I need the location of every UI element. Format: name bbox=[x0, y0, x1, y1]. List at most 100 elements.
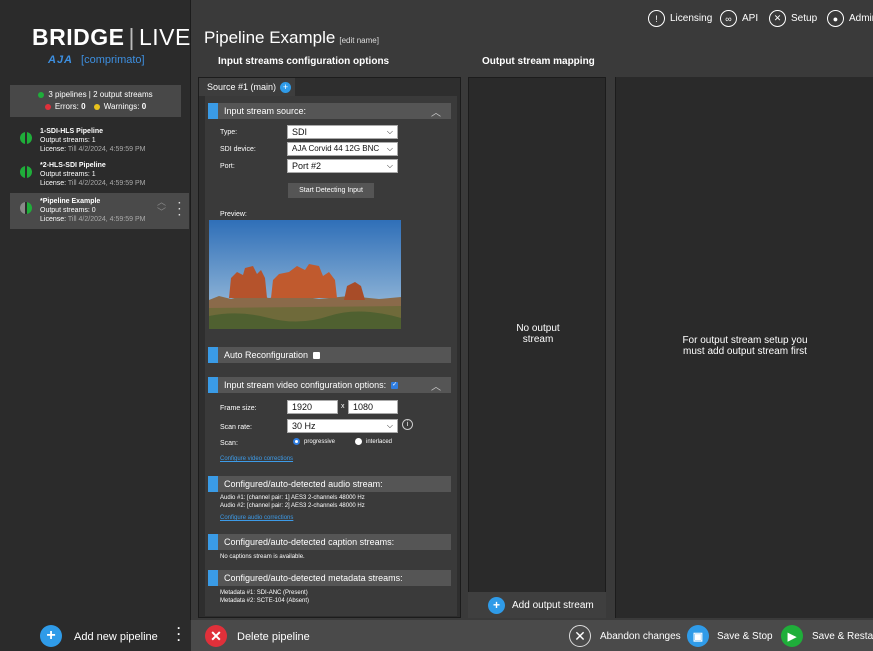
auto-reconfig-header[interactable]: Auto Reconfiguration bbox=[208, 347, 451, 363]
header: Pipeline Example [edit name] ! Licensing ∞… bbox=[192, 0, 873, 75]
chevron-up-icon[interactable]: ︿ bbox=[431, 378, 441, 393]
scan-rate-label: Scan rate: bbox=[220, 424, 252, 431]
pipeline-name: *Pipeline Example bbox=[40, 198, 101, 205]
reorder-chevrons-icon[interactable]: ︿ ﹀ bbox=[157, 197, 166, 217]
captions-header[interactable]: Configured/auto-detected caption streams… bbox=[208, 534, 451, 550]
audio-header[interactable]: Configured/auto-detected audio stream: bbox=[208, 476, 451, 492]
configure-audio-corrections-link[interactable]: Configure audio corrections bbox=[220, 515, 293, 521]
license-label: License: bbox=[40, 146, 67, 153]
power-icon bbox=[20, 132, 32, 144]
add-output-stream-button[interactable]: + Add output stream bbox=[468, 592, 606, 618]
pipeline-item-active[interactable]: *Pipeline Example Output streams: 0 Lice… bbox=[10, 193, 189, 229]
power-icon bbox=[20, 202, 32, 214]
errors-count: 0 bbox=[81, 102, 86, 111]
pipeline-title: Pipeline Example bbox=[204, 28, 336, 47]
brand-sep: | bbox=[128, 24, 135, 50]
add-new-pipeline-button[interactable]: Add new pipeline bbox=[74, 631, 158, 643]
brand-bridge: BRIDGE bbox=[32, 24, 125, 50]
chevron-down-icon: ⌵ bbox=[386, 161, 393, 170]
captions-heading: Configured/auto-detected caption streams… bbox=[224, 537, 395, 547]
video-config-heading: Input stream video configuration options… bbox=[224, 380, 387, 390]
metadata-heading: Configured/auto-detected metadata stream… bbox=[224, 573, 403, 583]
metadata-line-2: Metadata #2: SCTE-104 (Absent) bbox=[220, 598, 310, 604]
green-dot-icon bbox=[38, 91, 45, 98]
admin-menu[interactable]: ● Admin bbox=[827, 10, 873, 27]
chevron-up-icon[interactable]: ︿ bbox=[431, 104, 441, 119]
input-source-heading: Input stream source: bbox=[224, 106, 307, 116]
edit-name-link[interactable]: [edit name] bbox=[339, 36, 379, 45]
configure-video-corrections-link[interactable]: Configure video corrections bbox=[220, 456, 293, 462]
delete-icon[interactable]: ✕ bbox=[205, 625, 227, 647]
video-config-header[interactable]: Input stream video configuration options… bbox=[208, 377, 451, 393]
auto-reconfig-checkbox[interactable] bbox=[313, 351, 321, 359]
status-summary: 3 pipelines | 2 output streams Errors: 0… bbox=[10, 85, 181, 117]
sdi-device-label: SDI device: bbox=[220, 146, 256, 153]
pipeline-item[interactable]: 1-SDI-HLS Pipeline Output streams: 1 Lic… bbox=[10, 123, 189, 159]
save-stop-button[interactable]: Save & Stop bbox=[717, 631, 773, 642]
type-label: Type: bbox=[220, 129, 238, 136]
license-label: License: bbox=[40, 180, 67, 187]
pipeline-name: 1-SDI-HLS Pipeline bbox=[40, 128, 104, 135]
brand-title: BRIDGE | LIVE bbox=[32, 24, 191, 51]
api-menu[interactable]: ∞ API bbox=[720, 10, 758, 27]
frame-x-label: x bbox=[341, 403, 345, 410]
info-icon[interactable]: i bbox=[402, 419, 413, 430]
more-menu-icon[interactable]: · · · bbox=[178, 199, 181, 221]
brand-subtitle: AJA [comprimato] bbox=[48, 54, 145, 66]
output-hint-text-2: must add output stream first bbox=[683, 346, 807, 357]
save-icon[interactable]: ▣ bbox=[687, 625, 709, 647]
type-select[interactable]: SDI ⌵ bbox=[287, 125, 398, 139]
captions-text: No captions stream is available. bbox=[220, 554, 305, 560]
input-source-header[interactable]: Input stream source: ︿ bbox=[208, 103, 451, 119]
abandon-changes-button[interactable]: Abandon changes bbox=[600, 631, 681, 642]
warnings-count: 0 bbox=[141, 102, 147, 111]
abandon-icon[interactable]: ✕ bbox=[569, 625, 591, 647]
add-output-label: Add output stream bbox=[512, 599, 594, 611]
metadata-line-1: Metadata #1: SDI-ANC (Present) bbox=[220, 590, 308, 596]
input-section-title: Input streams configuration options bbox=[218, 56, 390, 67]
errors-label: Errors: bbox=[54, 102, 79, 111]
licensing-menu[interactable]: ! Licensing bbox=[648, 10, 712, 27]
sdi-device-select[interactable]: AJA Corvid 44 12G BNC ⌵ bbox=[287, 142, 398, 156]
save-restart-button[interactable]: Save & Restart bbox=[812, 631, 873, 642]
license-value: Till 4/2/2024, 4:59:59 PM bbox=[67, 216, 146, 223]
port-select[interactable]: Port #2 ⌵ bbox=[287, 159, 398, 173]
pipeline-outputs: Output streams: 1 bbox=[40, 137, 96, 144]
scan-rate-select[interactable]: 30 Hz ⌵ bbox=[287, 419, 398, 433]
add-icon: + bbox=[488, 596, 505, 614]
error-dot-icon bbox=[44, 103, 51, 110]
scan-label: Scan: bbox=[220, 440, 238, 447]
start-detecting-button[interactable]: Start Detecting Input bbox=[288, 183, 374, 198]
page-title: Pipeline Example [edit name] bbox=[204, 28, 379, 48]
scan-interlaced-radio[interactable]: interlaced bbox=[355, 438, 392, 445]
api-label: API bbox=[742, 13, 759, 24]
pipeline-item[interactable]: *2-HLS-SDI Pipeline Output streams: 1 Li… bbox=[10, 157, 189, 193]
admin-label: Admin bbox=[849, 13, 873, 24]
delete-pipeline-button[interactable]: Delete pipeline bbox=[237, 631, 310, 643]
audio-heading: Configured/auto-detected audio stream: bbox=[224, 479, 383, 489]
pipeline-name: *2-HLS-SDI Pipeline bbox=[40, 162, 106, 169]
tab-source-main[interactable]: Source #1 (main) + bbox=[199, 78, 295, 96]
scan-progressive-radio[interactable]: progressive bbox=[293, 438, 335, 445]
chevron-down-icon: ⌵ bbox=[386, 144, 393, 153]
metadata-header[interactable]: Configured/auto-detected metadata stream… bbox=[208, 570, 451, 586]
port-label: Port: bbox=[220, 163, 235, 170]
warning-dot-icon bbox=[93, 103, 100, 110]
output-section-title: Output stream mapping bbox=[482, 56, 595, 67]
output-setup-panel: For output stream setup you must add out… bbox=[615, 77, 873, 618]
preview-image bbox=[209, 220, 401, 329]
video-config-checkbox[interactable]: ✓ bbox=[391, 381, 399, 389]
output-hint-text: For output stream setup you bbox=[682, 335, 808, 346]
add-pipeline-icon[interactable]: + bbox=[40, 625, 62, 647]
frame-width-input[interactable]: 1920 bbox=[287, 400, 338, 414]
add-source-icon[interactable]: + bbox=[280, 82, 292, 94]
setup-menu[interactable]: ✕ Setup bbox=[769, 10, 817, 27]
api-icon: ∞ bbox=[720, 10, 737, 27]
status-summary-text: 3 pipelines | 2 output streams bbox=[48, 90, 153, 99]
frame-height-input[interactable]: 1080 bbox=[348, 400, 398, 414]
play-icon[interactable]: ▶ bbox=[781, 625, 803, 647]
more-menu-icon[interactable]: · · · bbox=[177, 622, 181, 646]
preview-landscape-image bbox=[209, 220, 401, 329]
licensing-label: Licensing bbox=[670, 13, 713, 24]
aja-logo: AJA bbox=[48, 54, 74, 66]
